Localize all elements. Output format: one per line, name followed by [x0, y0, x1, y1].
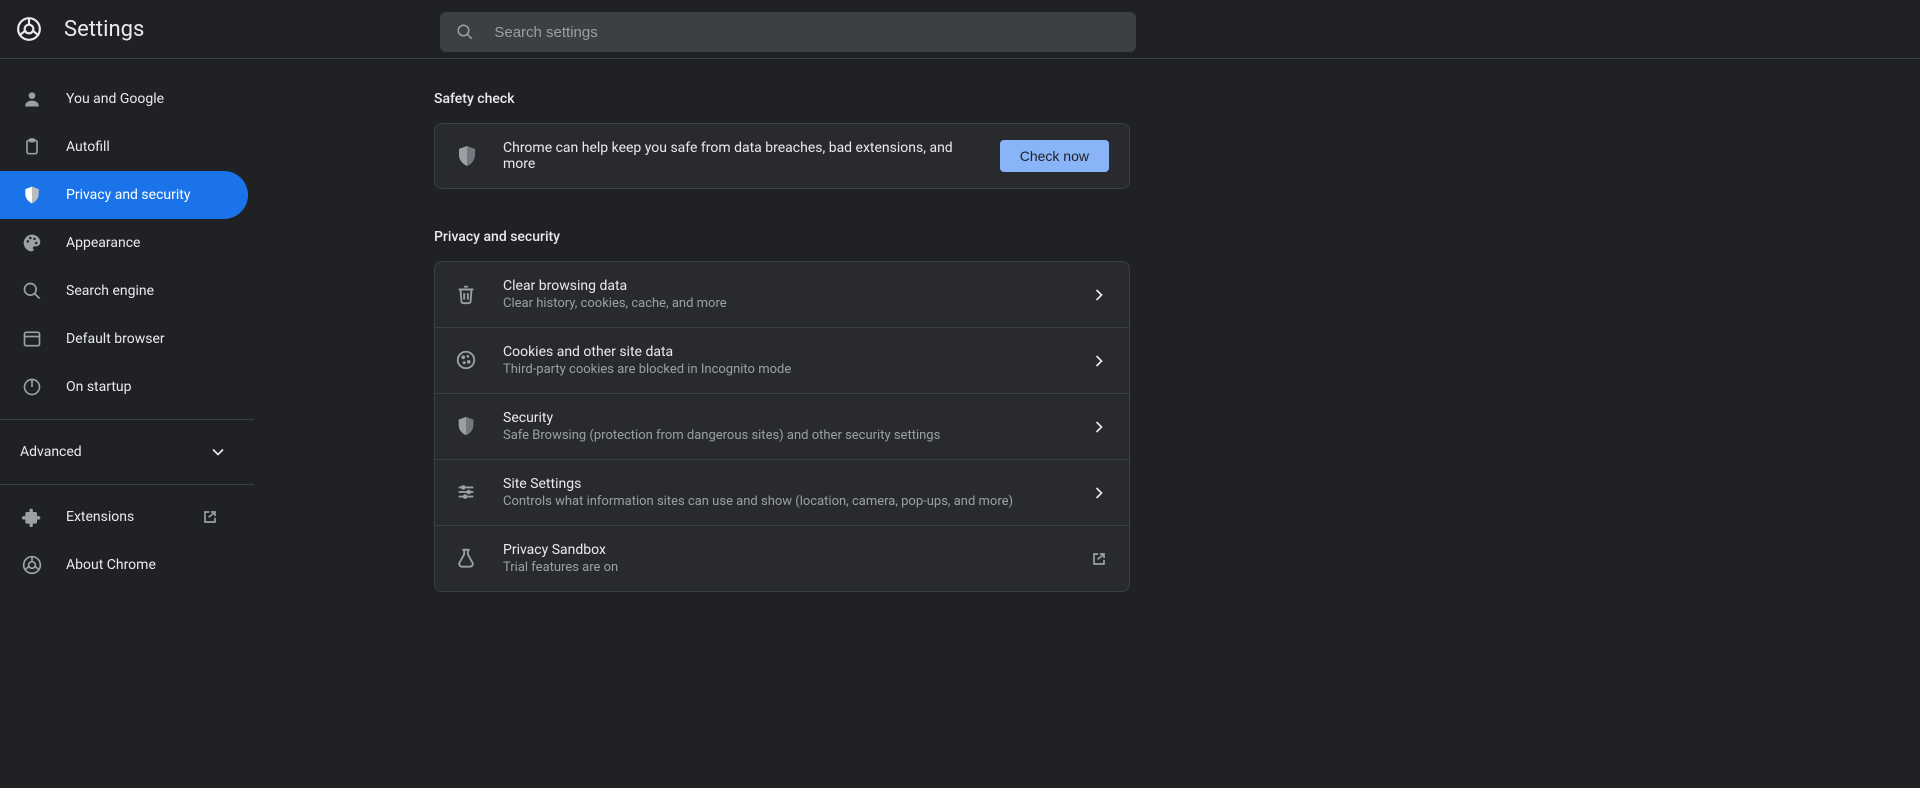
row-title: Site Settings	[503, 476, 1065, 492]
chrome-icon	[22, 555, 42, 575]
safety-check-message: Chrome can help keep you safe from data …	[503, 140, 976, 172]
sidebar-separator	[0, 484, 254, 485]
launch-icon	[200, 507, 220, 527]
safety-check-header: Safety check	[434, 91, 1920, 107]
row-subtitle: Controls what information sites can use …	[503, 494, 1065, 509]
sidebar-item-appearance[interactable]: Appearance	[0, 219, 248, 267]
chevron-right-icon	[1089, 417, 1109, 437]
page-title: Settings	[64, 17, 144, 42]
advanced-label: Advanced	[20, 444, 82, 460]
row-title: Clear browsing data	[503, 278, 1065, 294]
sidebar-item-search-engine[interactable]: Search engine	[0, 267, 248, 315]
main-content: Safety check Chrome can help keep you sa…	[254, 59, 1920, 787]
row-clear-browsing-data[interactable]: Clear browsing data Clear history, cooki…	[435, 262, 1129, 328]
sidebar-item-label: Autofill	[66, 139, 110, 155]
sidebar-item-label: Search engine	[66, 283, 154, 299]
sidebar-item-on-startup[interactable]: On startup	[0, 363, 248, 411]
safety-check-card: Chrome can help keep you safe from data …	[434, 123, 1130, 189]
shield-icon	[22, 185, 42, 205]
tune-icon	[455, 481, 479, 505]
row-texts: Security Safe Browsing (protection from …	[503, 410, 1065, 443]
advanced-toggle[interactable]: Advanced	[0, 428, 248, 476]
browser-icon	[22, 329, 42, 349]
row-title: Cookies and other site data	[503, 344, 1065, 360]
row-subtitle: Clear history, cookies, cache, and more	[503, 296, 1065, 311]
search-icon	[22, 281, 42, 301]
row-subtitle: Third-party cookies are blocked in Incog…	[503, 362, 1065, 377]
sidebar-item-extensions[interactable]: Extensions	[0, 493, 248, 541]
person-icon	[22, 89, 42, 109]
chevron-right-icon	[1089, 351, 1109, 371]
row-title: Privacy Sandbox	[503, 542, 1065, 558]
sidebar-item-label: About Chrome	[66, 557, 156, 573]
sidebar: You and Google Autofill Privacy and secu…	[0, 59, 254, 787]
power-icon	[22, 377, 42, 397]
chevron-right-icon	[1089, 285, 1109, 305]
palette-icon	[22, 233, 42, 253]
safety-check-row: Chrome can help keep you safe from data …	[435, 124, 1129, 188]
cookie-icon	[455, 349, 479, 373]
launch-icon	[1089, 549, 1109, 569]
row-security[interactable]: Security Safe Browsing (protection from …	[435, 394, 1129, 460]
row-privacy-sandbox[interactable]: Privacy Sandbox Trial features are on	[435, 526, 1129, 591]
flask-icon	[455, 547, 479, 571]
row-texts: Cookies and other site data Third-party …	[503, 344, 1065, 377]
shield-icon	[455, 415, 479, 439]
sidebar-item-label: You and Google	[66, 91, 164, 107]
trash-icon	[455, 283, 479, 307]
clipboard-icon	[22, 137, 42, 157]
sidebar-separator	[0, 419, 254, 420]
row-site-settings[interactable]: Site Settings Controls what information …	[435, 460, 1129, 526]
search-container[interactable]	[440, 12, 1136, 52]
search-icon	[456, 23, 474, 41]
chevron-down-icon	[208, 442, 228, 462]
header: Settings	[0, 0, 1920, 58]
extension-icon	[22, 507, 42, 527]
sidebar-item-you-and-google[interactable]: You and Google	[0, 75, 248, 123]
sidebar-item-label: On startup	[66, 379, 132, 395]
row-title: Security	[503, 410, 1065, 426]
row-cookies[interactable]: Cookies and other site data Third-party …	[435, 328, 1129, 394]
row-texts: Clear browsing data Clear history, cooki…	[503, 278, 1065, 311]
sidebar-item-autofill[interactable]: Autofill	[0, 123, 248, 171]
search-input[interactable]	[494, 24, 1120, 41]
check-now-button[interactable]: Check now	[1000, 140, 1109, 172]
sidebar-item-label: Privacy and security	[66, 187, 190, 203]
sidebar-item-default-browser[interactable]: Default browser	[0, 315, 248, 363]
chevron-right-icon	[1089, 483, 1109, 503]
chrome-logo-icon	[16, 16, 42, 42]
row-subtitle: Trial features are on	[503, 560, 1065, 575]
sidebar-item-privacy-and-security[interactable]: Privacy and security	[0, 171, 248, 219]
shield-check-icon	[455, 144, 479, 168]
privacy-section-header: Privacy and security	[434, 229, 1920, 245]
sidebar-item-label: Extensions	[66, 509, 134, 525]
row-subtitle: Safe Browsing (protection from dangerous…	[503, 428, 1065, 443]
sidebar-item-label: Appearance	[66, 235, 140, 251]
row-texts: Site Settings Controls what information …	[503, 476, 1065, 509]
privacy-card: Clear browsing data Clear history, cooki…	[434, 261, 1130, 592]
sidebar-item-label: Default browser	[66, 331, 165, 347]
sidebar-item-about-chrome[interactable]: About Chrome	[0, 541, 248, 589]
row-texts: Privacy Sandbox Trial features are on	[503, 542, 1065, 575]
